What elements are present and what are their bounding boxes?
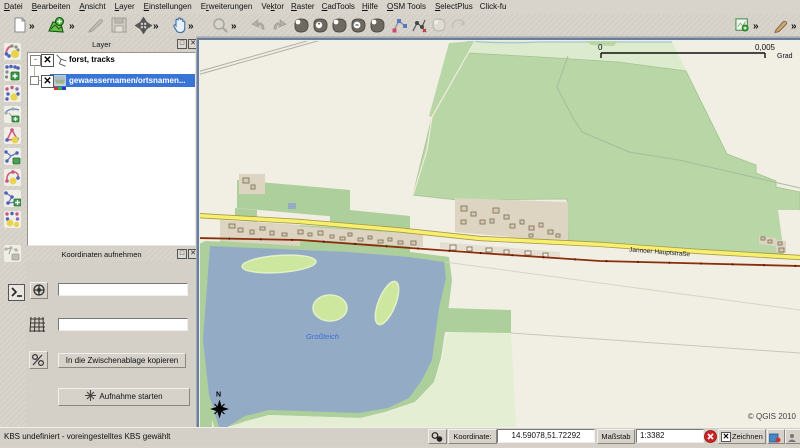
svg-text:N: N — [216, 392, 221, 399]
svg-text:0: 0 — [598, 43, 603, 52]
svg-text:Grad: Grad — [777, 53, 793, 60]
svg-text:0,005: 0,005 — [755, 43, 776, 52]
svg-text:Großteich: Großteich — [306, 332, 339, 341]
svg-text:© QGIS 2010: © QGIS 2010 — [748, 412, 797, 421]
